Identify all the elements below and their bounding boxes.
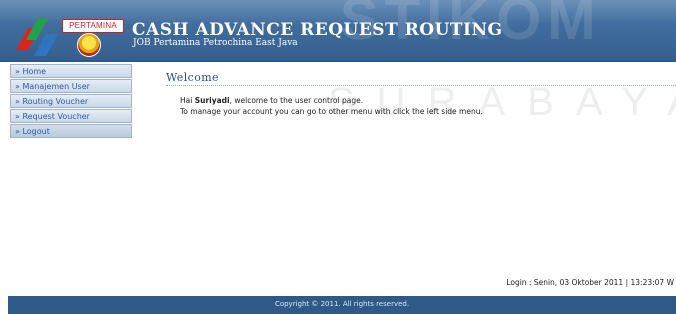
greeting-suffix: , welcome to the user control page.: [229, 96, 364, 105]
user-name: Suriyadi: [194, 96, 230, 105]
login-status: Login : Senin, 03 Oktober 2011 | 13:23:0…: [506, 278, 674, 287]
page-title: Welcome: [166, 71, 219, 84]
sidebar-menu: » Home » Manajemen User » Routing Vouche…: [10, 64, 132, 139]
title-divider: [166, 85, 676, 86]
app-subtitle: JOB Pertamina Petrochina East Java: [133, 38, 298, 48]
logo-text: PERTAMINA: [62, 19, 124, 33]
app-header: STIKOM PERTAMINA CASH ADVANCE REQUEST RO…: [0, 0, 676, 62]
pertamina-logo: PERTAMINA: [12, 6, 124, 58]
sidebar-item-manajemen-user[interactable]: » Manajemen User: [10, 79, 132, 93]
sidebar-item-logout[interactable]: » Logout: [10, 124, 132, 138]
sidebar-item-home[interactable]: » Home: [10, 64, 132, 78]
page-footer: Copyright © 2011. All rights reserved.: [8, 296, 676, 314]
welcome-message: Hai Suriyadi, welcome to the user contro…: [180, 96, 363, 105]
greeting-prefix: Hai: [180, 96, 195, 105]
sidebar-item-routing-voucher[interactable]: » Routing Voucher: [10, 94, 132, 108]
app-title: CASH ADVANCE REQUEST ROUTING: [132, 20, 503, 40]
emblem-icon: [77, 33, 101, 57]
copyright-text: Copyright © 2011. All rights reserved.: [274, 300, 410, 308]
sidebar-item-request-voucher[interactable]: » Request Voucher: [10, 109, 132, 123]
content-watermark: SURABAYA: [328, 80, 676, 124]
instruction-text: To manage your account you can go to oth…: [180, 107, 483, 116]
